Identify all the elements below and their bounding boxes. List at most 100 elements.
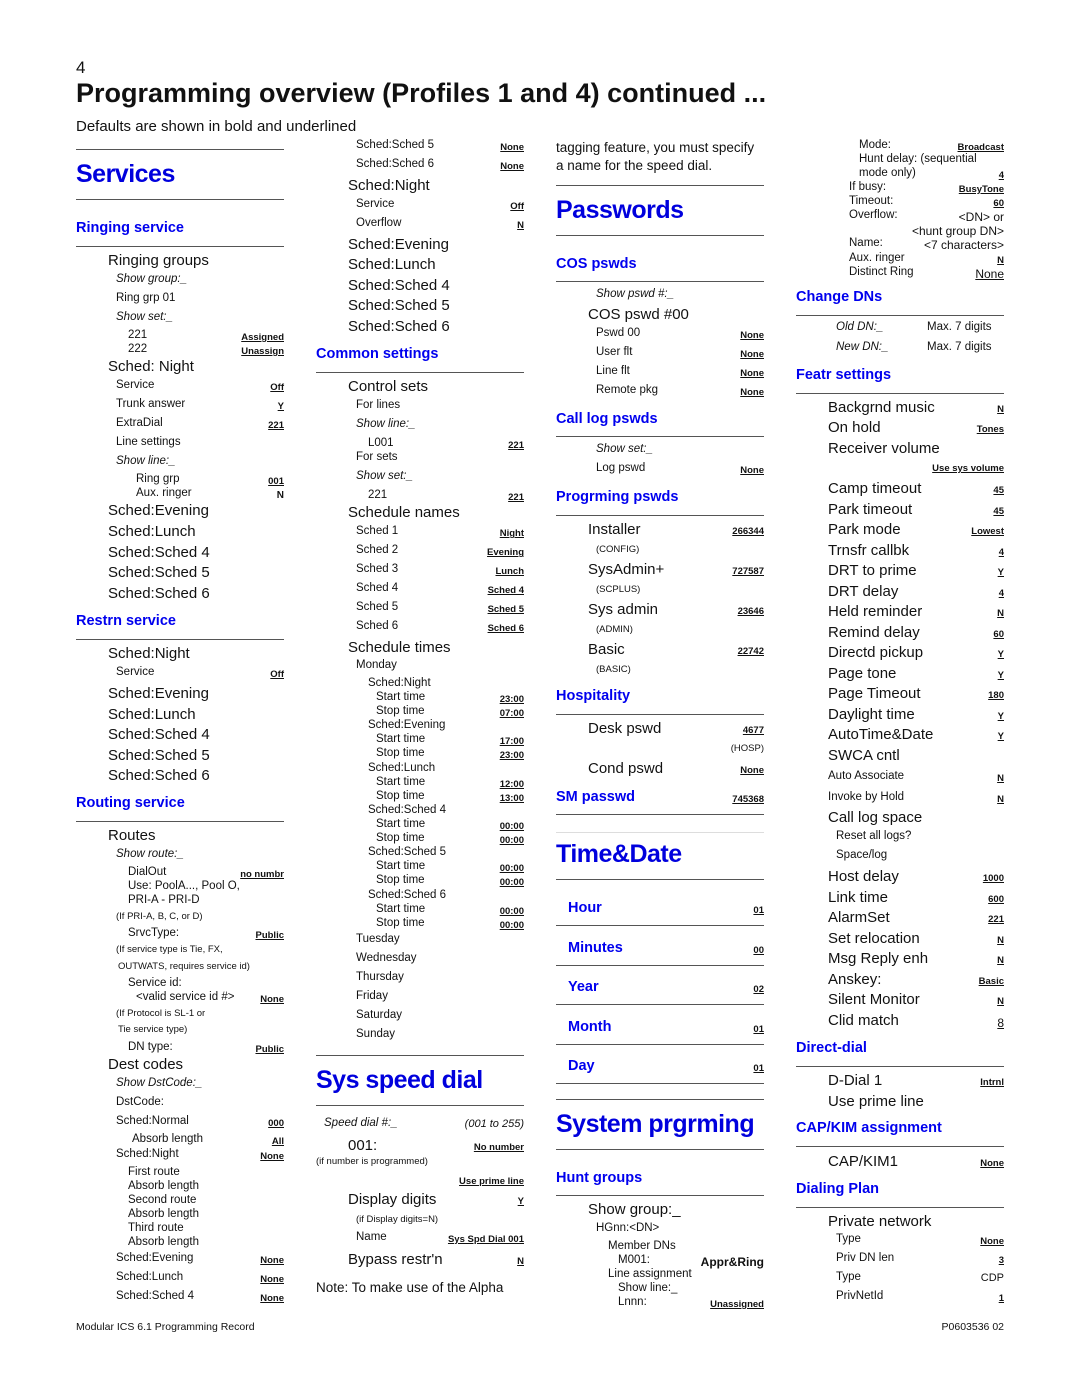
divider (556, 1099, 764, 1100)
divider (76, 149, 284, 150)
divider (796, 1066, 1004, 1067)
row-feature: Host delay 1000 (796, 868, 1004, 886)
row-value: N (997, 608, 1004, 619)
row-value: Y (997, 731, 1004, 742)
row-sched-night: Sched: Night (108, 358, 194, 375)
row-value: Y (997, 567, 1004, 578)
row-invoke-by-hold: Invoke by Hold N (828, 791, 1004, 805)
row-prog-item: SysAdmin+ 727587 (588, 561, 764, 578)
time-date-label: Minutes (568, 939, 623, 956)
row-on-hold: On hold Tones (828, 419, 1004, 436)
row-label: Start time (376, 733, 426, 746)
row-sched: Sched:Lunch (108, 706, 196, 723)
row-day: Friday (356, 990, 388, 1002)
time-date-label: Day (568, 1058, 595, 1074)
row-log-pswd: Log pswd None (596, 462, 764, 476)
row-speed-dial: Speed dial #:_ (001 to 255) (324, 1117, 524, 1130)
row-sched: Sched:Evening (348, 236, 449, 253)
section-title-system-prgrming: System prgrming (556, 1110, 755, 1138)
row-time-date: Year 02 (556, 979, 764, 997)
row-note-cont: tagging feature, you must specify (556, 140, 755, 155)
row-stop-time: Stop time 00:00 (316, 917, 524, 935)
row-label: Start time (376, 860, 426, 873)
row-note-cont: a name for the speed dial. (556, 158, 713, 173)
time-date-label: Year (568, 979, 599, 995)
time-date-label: Hour (568, 900, 602, 916)
divider (796, 1207, 1004, 1208)
divider (556, 925, 764, 926)
divider (796, 393, 1004, 394)
row-value: N (997, 934, 1004, 946)
divider (556, 235, 764, 236)
heading-restrn-service: Restrn service (76, 613, 176, 629)
row-label: Park timeout (828, 500, 913, 518)
row-value: 12:00 (499, 778, 524, 790)
section-title-passwords: Passwords (556, 196, 684, 224)
row-sched-night: Sched:Night (348, 177, 430, 194)
row-label: Start time (376, 691, 426, 703)
divider (556, 436, 764, 437)
divider (76, 639, 284, 640)
row-cond-pswd: Cond pswd None (588, 760, 764, 777)
row-sched: Sched:Sched 4 (108, 544, 210, 561)
row-note: (If service type is Tie, FX, (116, 944, 223, 955)
row-label: DRT to prime (828, 562, 917, 579)
row-label: Page tone (828, 664, 897, 682)
row-label: Sched:Lunch (368, 761, 436, 774)
row-feature: Park mode Lowest (796, 521, 1004, 539)
row-hgnn: HGnn:<DN> (596, 1222, 660, 1234)
row-show-line: Show line:_ (356, 418, 416, 430)
row-sched: Sched:Sched 5 (108, 564, 210, 581)
row-bypass: Bypass restr'n N (348, 1251, 524, 1268)
divider (556, 879, 764, 880)
row-show-line: Show line:_ (116, 455, 176, 467)
section-title-time-date: Time&Date (556, 840, 682, 868)
row-label: Stop time (376, 747, 425, 760)
heading-direct-dial: Direct-dial (796, 1040, 867, 1056)
row-sched: Sched:Lunch (348, 256, 436, 273)
row-feature: Link time 600 (796, 889, 1004, 907)
row-trunk-answer: Trunk answer Y (116, 398, 284, 412)
row-dst-evening: Sched:Evening None (116, 1252, 284, 1266)
row-srvctype: SrvcType: Public (128, 927, 284, 941)
row-sched-name: Sched 2 Evening (356, 544, 524, 558)
row-service: Service Off (356, 198, 524, 212)
row-value: 221 (988, 914, 1004, 925)
heading-featr-settings: Featr settings (796, 367, 892, 383)
divider (316, 372, 524, 373)
row-sched: Sched:Lunch (108, 523, 196, 540)
row-show-group: Show group:_ (588, 1201, 681, 1218)
row-dst-lunch: Sched:Lunch None (116, 1271, 284, 1285)
row-label: Silent Monitor (828, 991, 920, 1008)
divider (556, 832, 764, 833)
divider (796, 315, 1004, 316)
row-distinct-ring: Distinct Ring None (849, 266, 1004, 281)
row-private-network: Private network (828, 1213, 932, 1230)
row-dest-codes: Dest codes (108, 1056, 184, 1073)
row-desk-pswd: Desk pswd 4677 (588, 720, 764, 737)
row-value: 600 (988, 893, 1004, 905)
row-sched: Sched:Sched 5 (348, 297, 450, 314)
row-pri: PRI-A - PRI-D (128, 894, 200, 906)
row-day: Wednesday (356, 952, 417, 964)
row-feature: AutoTime&Date Y (796, 726, 1004, 744)
row-auto-associate: Auto Associate N (828, 770, 1004, 784)
row-value: 00:00 (499, 919, 524, 931)
row-feature: Remind delay 60 (796, 624, 1004, 642)
heading-call-log-pswds: Call log pswds (556, 411, 658, 427)
time-date-value: 01 (753, 905, 764, 916)
row-receiver-volume: Receiver volume (828, 440, 940, 457)
row-label: Anskey: (828, 970, 882, 988)
heading-common-settings: Common settings (316, 346, 439, 362)
row-swca-cntl: SWCA cntl (828, 747, 900, 764)
row-sched: Sched:Sched 6 (108, 585, 210, 602)
row-feature: Msg Reply enh N (796, 950, 1004, 968)
row-sched: Sched:Sched 5 (108, 747, 210, 764)
row-display-digits: Display digits Y (348, 1191, 524, 1208)
divider (76, 246, 284, 247)
divider (556, 185, 764, 186)
row-label: Stop time (376, 705, 425, 717)
row-prog-sub: (CONFIG) (596, 544, 640, 555)
row-feature: Trnsfr callbk 4 (796, 542, 1004, 560)
time-date-value: 00 (753, 944, 764, 956)
